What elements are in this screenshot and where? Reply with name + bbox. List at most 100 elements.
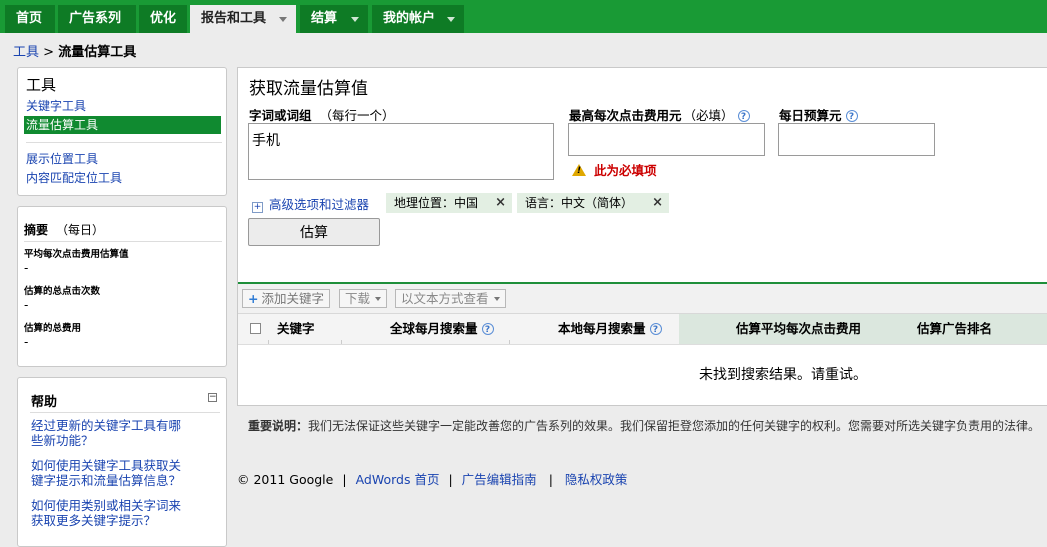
advanced-options-label: 高级选项和过滤器: [269, 197, 370, 212]
estimate-button[interactable]: 估算: [248, 218, 380, 246]
tab-label: 报告和工具: [201, 11, 267, 26]
warning-glyph: !: [577, 166, 582, 176]
breadcrumb-tools-link[interactable]: 工具: [13, 45, 39, 60]
footer-separator: |: [342, 472, 347, 487]
footer-separator: |: [448, 472, 453, 487]
filter-chip-location: 地理位置：中国 ×: [386, 193, 512, 213]
help-link-how-to-use[interactable]: 如何使用关键字工具获取关键字提示和流量估算信息？: [31, 458, 191, 488]
summary-avg-cpc-value: -: [24, 261, 29, 275]
divider: [24, 241, 222, 242]
help-icon[interactable]: ?: [737, 110, 750, 122]
help-icon[interactable]: ?: [649, 323, 662, 335]
filter-chip-language: 语言：中文（简体） ×: [517, 193, 669, 213]
notice-text: 我们无法保证这些关键字一定能改善您的广告系列的效果。我们保留拒登您添加的任何关键…: [308, 419, 1041, 433]
tab-my-account[interactable]: 我的帐户: [372, 5, 464, 33]
tab-billing[interactable]: 结算: [300, 5, 368, 33]
sidebar-item-contextual-targeting-tool[interactable]: 内容匹配定位工具: [26, 169, 122, 186]
copyright: © 2011 Google: [237, 472, 334, 487]
help-icon[interactable]: ?: [845, 110, 858, 122]
tab-campaigns[interactable]: 广告系列: [58, 5, 136, 33]
view-as-text-label: 以文本方式查看: [401, 291, 489, 306]
breadcrumb-current: 流量估算工具: [58, 45, 137, 60]
max-cpc-note: （必填）: [683, 108, 734, 123]
chevron-down-icon: [375, 297, 382, 301]
add-keyword-label: 添加关键字: [261, 291, 324, 306]
tools-panel: 工具 关键字工具 流量估算工具 展示位置工具 内容匹配定位工具: [17, 67, 227, 196]
max-cpc-label-text: 最高每次点击费用元: [569, 108, 682, 123]
help-icon[interactable]: ?: [481, 323, 494, 335]
top-nav-bar: 首页 广告系列 优化 报告和工具 结算 我的帐户: [0, 0, 1047, 33]
plus-icon: +: [248, 291, 259, 306]
breadcrumb: 工具 > 流量估算工具: [13, 41, 136, 60]
results-table-header: 关键字 全球每月搜索量? 本地每月搜索量? 估算平均每次点击费用 估算广告排名: [238, 314, 1047, 345]
collapse-icon[interactable]: −: [208, 393, 217, 402]
view-as-text-button[interactable]: 以文本方式查看: [395, 289, 506, 308]
chevron-down-icon: [447, 17, 455, 22]
summary-clicks-value: -: [24, 298, 29, 312]
sidebar-item-placement-tool[interactable]: 展示位置工具: [26, 150, 98, 167]
summary-cost-value: -: [24, 335, 29, 349]
keywords-label-text: 字词或词组: [249, 108, 312, 123]
tab-label: 广告系列: [69, 11, 122, 26]
traffic-estimator-panel: 获取流量估算值 字词或词组 （每行一个） 最高每次点击费用元（必填）? 每日预算元…: [237, 67, 1047, 406]
column-header-keyword[interactable]: 关键字: [277, 318, 315, 337]
daily-budget-label-text: 每日预算元: [779, 108, 842, 123]
page-title: 获取流量估算值: [249, 79, 368, 99]
tab-label: 优化: [150, 11, 177, 26]
select-all-checkbox[interactable]: [250, 323, 261, 334]
sidebar-item-traffic-estimator[interactable]: 流量估算工具: [24, 116, 221, 134]
summary-clicks-label: 估算的总点击次数: [24, 286, 101, 297]
column-header-local-monthly[interactable]: 本地每月搜索量?: [558, 318, 662, 337]
divider: [268, 340, 269, 344]
column-header-text: 本地每月搜索量: [558, 321, 646, 336]
divider: [30, 412, 220, 413]
summary-cost-label: 估算的总费用: [24, 323, 82, 334]
help-panel: 帮助 − 经过更新的关键字工具有哪些新功能？ 如何使用关键字工具获取关键字提示和…: [17, 377, 227, 547]
footer-separator: |: [548, 472, 553, 487]
help-title: 帮助: [31, 395, 58, 410]
add-keyword-button[interactable]: + 添加关键字: [242, 289, 330, 308]
required-warning: ! 此为必填项: [572, 160, 657, 179]
tab-optimize[interactable]: 优化: [139, 5, 187, 33]
results-toolbar: + 添加关键字 下载 以文本方式查看: [238, 284, 1047, 314]
keywords-input[interactable]: [248, 123, 554, 180]
breadcrumb-separator: >: [43, 45, 55, 60]
footer-link-editorial-guidelines[interactable]: 广告编辑指南: [462, 472, 537, 487]
max-cpc-input[interactable]: [568, 123, 765, 156]
max-cpc-label: 最高每次点击费用元 （必填）?: [569, 105, 750, 124]
tab-label: 首页: [16, 11, 43, 26]
chevron-down-icon: [493, 297, 500, 301]
column-header-global-monthly[interactable]: 全球每月搜索量?: [390, 318, 494, 337]
help-link-whats-new[interactable]: 经过更新的关键字工具有哪些新功能？: [31, 418, 191, 448]
chevron-down-icon: [351, 17, 359, 22]
filter-chip-label: 地理位置：中国: [394, 196, 479, 210]
footer-link-adwords-home[interactable]: AdWords 首页: [356, 472, 440, 487]
sidebar-item-keyword-tool[interactable]: 关键字工具: [26, 97, 86, 114]
important-notice: 重要说明：我们无法保证这些关键字一定能改善您的广告系列的效果。我们保留拒登您添加…: [248, 419, 1047, 433]
expand-icon: +: [252, 202, 263, 213]
advanced-options-link[interactable]: + 高级选项和过滤器: [252, 194, 369, 213]
download-button[interactable]: 下载: [339, 289, 388, 308]
keywords-label: 字词或词组 （每行一个）: [249, 105, 395, 124]
tab-label: 结算: [311, 11, 338, 26]
column-header-text: 全球每月搜索量: [390, 321, 478, 336]
chevron-down-icon: [279, 17, 287, 22]
empty-results-message: 未找到搜索结果。请重试。: [699, 367, 867, 383]
help-link-categories[interactable]: 如何使用类别或相关字词来获取更多关键字提示？: [31, 498, 191, 528]
warning-icon: !: [572, 164, 586, 176]
close-icon[interactable]: ×: [652, 193, 663, 213]
footer: © 2011 Google | AdWords 首页 | 广告编辑指南 | 隐私权政策: [237, 469, 627, 488]
close-icon[interactable]: ×: [495, 193, 506, 213]
download-label: 下载: [345, 291, 371, 306]
footer-link-privacy-policy[interactable]: 隐私权政策: [565, 472, 628, 487]
column-header-est-ad-position[interactable]: 估算广告排名: [917, 318, 992, 337]
column-header-est-avg-cpc[interactable]: 估算平均每次点击费用: [736, 318, 861, 337]
tab-home[interactable]: 首页: [5, 5, 55, 33]
summary-panel: 摘要 （每日） 平均每次点击费用估算值 - 估算的总点击次数 - 估算的总费用 -: [17, 206, 227, 367]
keywords-note: （每行一个）: [319, 108, 395, 123]
daily-budget-input[interactable]: [778, 123, 935, 156]
filter-chip-label: 语言：中文（简体）: [525, 196, 634, 210]
divider: [341, 340, 342, 344]
tab-reports-and-tools[interactable]: 报告和工具: [190, 5, 296, 33]
divider: [26, 142, 222, 143]
